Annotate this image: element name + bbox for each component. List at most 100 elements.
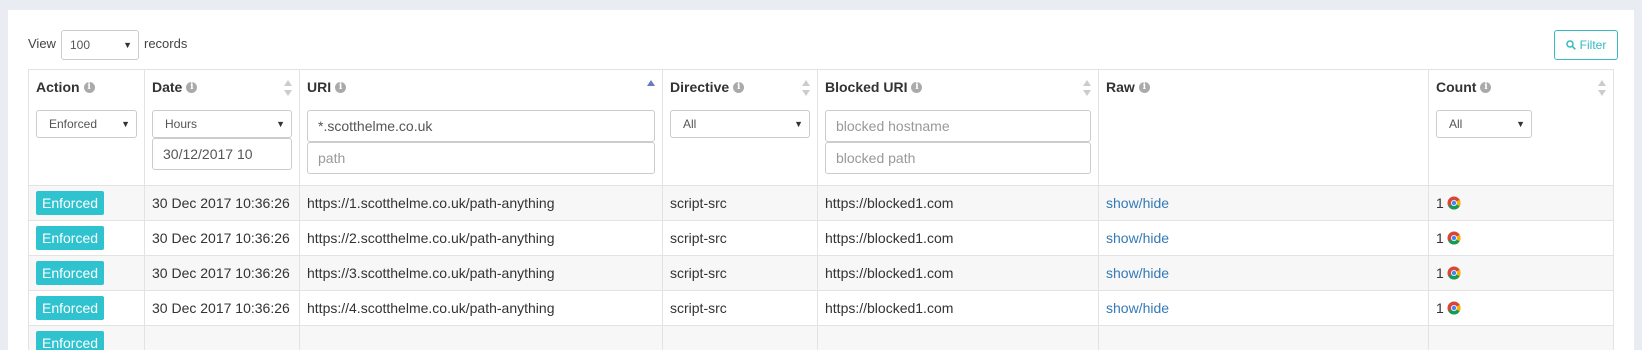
sort-icon[interactable] bbox=[1083, 80, 1091, 96]
directive-cell: script-src bbox=[663, 221, 818, 256]
sort-ascending-icon[interactable] bbox=[647, 80, 655, 96]
column-header-directive[interactable]: Directive i All ▼ bbox=[663, 70, 818, 186]
column-title: URI bbox=[307, 79, 331, 95]
raw-toggle-link[interactable]: show/hide bbox=[1106, 195, 1169, 211]
records-per-page-select[interactable]: 100 ▼ bbox=[61, 30, 139, 60]
blocked-uri-cell: https://blocked1.com bbox=[818, 291, 1099, 326]
table-row: Enforced 30 Dec 2017 10:36:26 https://1.… bbox=[29, 186, 1614, 221]
blocked-hostname-input[interactable]: blocked hostname bbox=[825, 110, 1091, 142]
date-input-value: 30/12/2017 10 bbox=[163, 146, 253, 162]
date-cell: 30 Dec 2017 10:36:26 bbox=[145, 221, 300, 256]
sort-icon[interactable] bbox=[802, 80, 810, 96]
uri-cell: https://2.scotthelme.co.uk/path-anything bbox=[300, 221, 663, 256]
directive-cell bbox=[663, 326, 818, 350]
uri-cell: https://1.scotthelme.co.uk/path-anything bbox=[300, 186, 663, 221]
directive-cell: script-src bbox=[663, 186, 818, 221]
info-icon[interactable]: i bbox=[1139, 82, 1150, 93]
sort-icon[interactable] bbox=[1598, 80, 1606, 96]
action-badge: Enforced bbox=[36, 191, 104, 215]
info-icon[interactable]: i bbox=[84, 82, 95, 93]
chrome-icon bbox=[1447, 231, 1461, 245]
date-input[interactable]: 30/12/2017 10 bbox=[152, 138, 292, 170]
blocked-path-placeholder: blocked path bbox=[836, 150, 915, 166]
column-title: Count bbox=[1436, 79, 1476, 95]
table-row: Enforced 30 Dec 2017 10:36:26 https://4.… bbox=[29, 291, 1614, 326]
date-cell: 30 Dec 2017 10:36:26 bbox=[145, 256, 300, 291]
count-value: 1 bbox=[1436, 265, 1444, 281]
reports-table: Actioni Enforced▼ Datei Hours▼ 30/12/201… bbox=[28, 69, 1614, 350]
uri-path-placeholder: path bbox=[318, 150, 345, 166]
column-title: Directive bbox=[670, 79, 729, 95]
uri-cell bbox=[300, 326, 663, 350]
count-filter-value: All bbox=[1449, 117, 1462, 131]
column-header-blocked-uri[interactable]: Blocked URI i blocked hostname blocked pa… bbox=[818, 70, 1099, 186]
raw-toggle-link[interactable]: show/hide bbox=[1106, 230, 1169, 246]
column-title: Action bbox=[36, 79, 80, 95]
chrome-icon bbox=[1447, 266, 1461, 280]
table-row: Enforced 30 Dec 2017 10:36:26 https://3.… bbox=[29, 256, 1614, 291]
chrome-icon bbox=[1447, 301, 1461, 315]
column-header-uri[interactable]: URI i *.scotthelme.co.uk path bbox=[300, 70, 663, 186]
sort-icon[interactable] bbox=[284, 80, 292, 96]
table-header-row: Actioni Enforced▼ Datei Hours▼ 30/12/201… bbox=[29, 70, 1614, 186]
count-value: 1 bbox=[1436, 230, 1444, 246]
chevron-down-icon: ▼ bbox=[123, 40, 132, 50]
view-label: View bbox=[28, 36, 56, 51]
info-icon[interactable]: i bbox=[1480, 82, 1491, 93]
info-icon[interactable]: i bbox=[335, 82, 346, 93]
column-header-date[interactable]: Datei Hours▼ 30/12/2017 10 bbox=[145, 70, 300, 186]
records-label: records bbox=[144, 36, 187, 51]
info-icon[interactable]: i bbox=[733, 82, 744, 93]
count-value: 1 bbox=[1436, 300, 1444, 316]
directive-cell: script-src bbox=[663, 291, 818, 326]
table-toolbar: View 100 ▼ records Filter bbox=[28, 30, 1614, 60]
directive-filter-value: All bbox=[683, 117, 696, 131]
action-badge: Enforced bbox=[36, 261, 104, 285]
action-filter-select[interactable]: Enforced ▼ bbox=[36, 110, 137, 138]
uri-cell: https://3.scotthelme.co.uk/path-anything bbox=[300, 256, 663, 291]
search-icon bbox=[1566, 40, 1576, 50]
info-icon[interactable]: i bbox=[911, 82, 922, 93]
blocked-uri-cell bbox=[818, 326, 1099, 350]
uri-hostname-value: *.scotthelme.co.uk bbox=[318, 118, 432, 134]
raw-toggle-link[interactable]: show/hide bbox=[1106, 265, 1169, 281]
uri-hostname-input[interactable]: *.scotthelme.co.uk bbox=[307, 110, 655, 142]
date-range-select[interactable]: Hours▼ bbox=[152, 110, 292, 138]
reports-panel: View 100 ▼ records Filter Actioni Enforc… bbox=[8, 10, 1634, 350]
raw-toggle-link[interactable]: show/hide bbox=[1106, 300, 1169, 316]
action-badge: Enforced bbox=[36, 331, 104, 350]
action-badge: Enforced bbox=[36, 226, 104, 250]
chevron-down-icon: ▼ bbox=[794, 119, 803, 129]
blocked-path-input[interactable]: blocked path bbox=[825, 142, 1091, 174]
date-cell: 30 Dec 2017 10:36:26 bbox=[145, 291, 300, 326]
table-body: Enforced 30 Dec 2017 10:36:26 https://1.… bbox=[29, 186, 1614, 350]
column-title: Raw bbox=[1106, 79, 1135, 95]
count-value: 1 bbox=[1436, 195, 1444, 211]
column-title: Blocked URI bbox=[825, 79, 907, 95]
uri-path-input[interactable]: path bbox=[307, 142, 655, 174]
filter-button[interactable]: Filter bbox=[1554, 30, 1618, 60]
table-row: Enforced bbox=[29, 326, 1614, 350]
column-header-raw: Rawi bbox=[1099, 70, 1429, 186]
column-header-count[interactable]: Counti All ▼ bbox=[1429, 70, 1614, 186]
count-filter-select[interactable]: All ▼ bbox=[1436, 110, 1532, 138]
filter-button-label: Filter bbox=[1580, 38, 1607, 52]
date-range-value: Hours bbox=[165, 117, 197, 131]
uri-cell: https://4.scotthelme.co.uk/path-anything bbox=[300, 291, 663, 326]
blocked-uri-cell: https://blocked1.com bbox=[818, 186, 1099, 221]
directive-cell: script-src bbox=[663, 256, 818, 291]
action-filter-value: Enforced bbox=[49, 117, 97, 131]
blocked-uri-cell: https://blocked1.com bbox=[818, 256, 1099, 291]
records-per-page-value: 100 bbox=[70, 38, 90, 52]
directive-filter-select[interactable]: All ▼ bbox=[670, 110, 810, 138]
column-header-action: Actioni Enforced ▼ bbox=[29, 70, 145, 186]
chevron-down-icon: ▼ bbox=[121, 119, 130, 129]
date-cell: 30 Dec 2017 10:36:26 bbox=[145, 186, 300, 221]
date-cell bbox=[145, 326, 300, 350]
info-icon[interactable]: i bbox=[186, 82, 197, 93]
action-badge: Enforced bbox=[36, 296, 104, 320]
chevron-down-icon: ▼ bbox=[1516, 119, 1525, 129]
blocked-hostname-placeholder: blocked hostname bbox=[836, 118, 950, 134]
column-title: Date bbox=[152, 79, 182, 95]
chrome-icon bbox=[1447, 196, 1461, 210]
